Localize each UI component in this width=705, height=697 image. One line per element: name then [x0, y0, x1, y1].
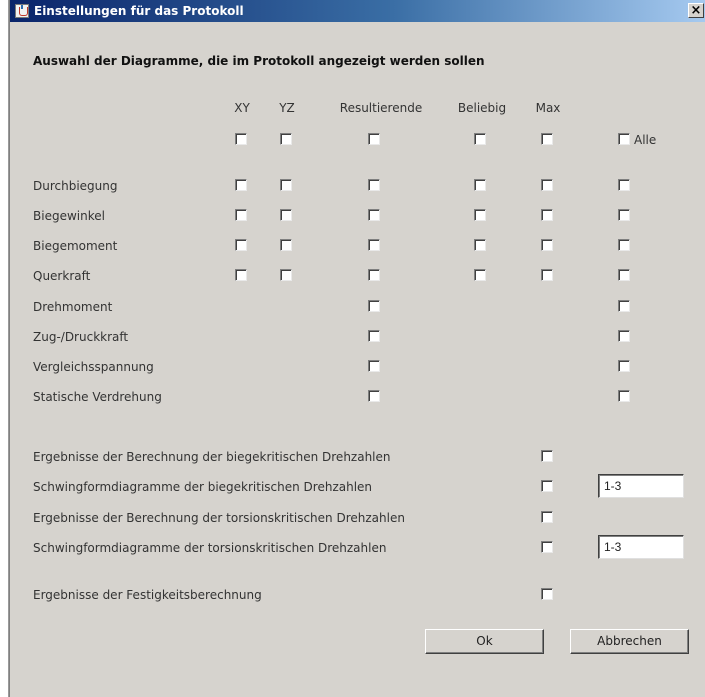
java-app-icon: [15, 4, 29, 18]
checkbox-biegewinkel-yz[interactable]: [280, 209, 292, 221]
checkbox-biegemoment-resultierende[interactable]: [368, 239, 380, 251]
checkbox-drehmoment-alle[interactable]: [618, 300, 630, 312]
column-max-all-checkbox[interactable]: [541, 133, 553, 145]
checkbox-statische-verdrehung-resultierende[interactable]: [368, 390, 380, 402]
checkbox-biegekritisch-schwingform[interactable]: [541, 480, 553, 492]
column-resultierende-all-checkbox[interactable]: [368, 133, 380, 145]
torsionskritisch-mode-range-input[interactable]: [598, 535, 684, 559]
section-heading: Auswahl der Diagramme, die im Protokoll …: [33, 54, 485, 68]
row-label-festigkeitsberechnung: Ergebnisse der Festigkeitsberechnung: [33, 588, 262, 602]
row-label-biegewinkel: Biegewinkel: [33, 209, 105, 223]
checkbox-durchbiegung-alle[interactable]: [618, 179, 630, 191]
checkbox-biegemoment-beliebig[interactable]: [474, 239, 486, 251]
checkbox-biegekritisch-ergebnisse[interactable]: [541, 450, 553, 462]
dialog-content: Auswahl der Diagramme, die im Protokoll …: [10, 22, 705, 697]
checkbox-biegewinkel-max[interactable]: [541, 209, 553, 221]
checkbox-vergleichsspannung-alle[interactable]: [618, 360, 630, 372]
row-label-zug-druckkraft: Zug-/Druckkraft: [33, 330, 129, 344]
checkbox-biegemoment-alle[interactable]: [618, 239, 630, 251]
row-label-torsionskritisch-schwingform: Schwingformdiagramme der torsionskritisc…: [33, 541, 387, 555]
window-title: Einstellungen für das Protokoll: [34, 4, 244, 18]
column-yz-all-checkbox[interactable]: [280, 133, 292, 145]
background-left-edge: [0, 0, 9, 697]
checkbox-festigkeitsberechnung[interactable]: [541, 588, 553, 600]
row-label-querkraft: Querkraft: [33, 269, 91, 283]
row-label-durchbiegung: Durchbiegung: [33, 179, 118, 193]
checkbox-biegemoment-max[interactable]: [541, 239, 553, 251]
checkbox-torsionskritisch-ergebnisse[interactable]: [541, 511, 553, 523]
row-label-statische-verdrehung: Statische Verdrehung: [33, 390, 162, 404]
row-label-drehmoment: Drehmoment: [33, 300, 113, 314]
checkbox-zug-druckkraft-resultierende[interactable]: [368, 330, 380, 342]
checkbox-drehmoment-resultierende[interactable]: [368, 300, 380, 312]
checkbox-vergleichsspannung-resultierende[interactable]: [368, 360, 380, 372]
row-label-biegekritisch-ergebnisse: Ergebnisse der Berechnung der biegekriti…: [33, 450, 391, 464]
checkbox-biegewinkel-resultierende[interactable]: [368, 209, 380, 221]
checkbox-durchbiegung-beliebig[interactable]: [474, 179, 486, 191]
checkbox-querkraft-beliebig[interactable]: [474, 269, 486, 281]
settings-dialog: Einstellungen für das Protokoll × Auswah…: [9, 0, 705, 697]
checkbox-durchbiegung-resultierende[interactable]: [368, 179, 380, 191]
checkbox-querkraft-max[interactable]: [541, 269, 553, 281]
checkbox-durchbiegung-max[interactable]: [541, 179, 553, 191]
checkbox-biegemoment-yz[interactable]: [280, 239, 292, 251]
checkbox-durchbiegung-xy[interactable]: [235, 179, 247, 191]
row-label-torsionskritisch-ergebnisse: Ergebnisse der Berechnung der torsionskr…: [33, 511, 405, 525]
checkbox-querkraft-xy[interactable]: [235, 269, 247, 281]
checkbox-statische-verdrehung-alle[interactable]: [618, 390, 630, 402]
checkbox-biegemoment-xy[interactable]: [235, 239, 247, 251]
title-bar[interactable]: Einstellungen für das Protokoll ×: [10, 0, 705, 22]
row-label-biegemoment: Biegemoment: [33, 239, 118, 253]
checkbox-biegewinkel-alle[interactable]: [618, 209, 630, 221]
checkbox-zug-druckkraft-alle[interactable]: [618, 330, 630, 342]
checkbox-querkraft-alle[interactable]: [618, 269, 630, 281]
checkbox-durchbiegung-yz[interactable]: [280, 179, 292, 191]
biegekritisch-mode-range-input[interactable]: [598, 474, 684, 498]
checkbox-querkraft-yz[interactable]: [280, 269, 292, 281]
cancel-button[interactable]: Abbrechen: [570, 629, 689, 654]
alle-checkbox[interactable]: [618, 133, 630, 145]
alle-label: Alle: [634, 133, 657, 147]
row-label-vergleichsspannung: Vergleichsspannung: [33, 360, 154, 374]
close-button[interactable]: ×: [688, 3, 704, 18]
column-beliebig-all-checkbox[interactable]: [474, 133, 486, 145]
column-xy-all-checkbox[interactable]: [235, 133, 247, 145]
row-label-biegekritisch-schwingform: Schwingformdiagramme der biegekritischen…: [33, 480, 373, 494]
checkbox-querkraft-resultierende[interactable]: [368, 269, 380, 281]
column-header-max: Max: [535, 101, 561, 115]
checkbox-biegewinkel-beliebig[interactable]: [474, 209, 486, 221]
checkbox-torsionskritisch-schwingform[interactable]: [541, 541, 553, 553]
checkbox-biegewinkel-xy[interactable]: [235, 209, 247, 221]
ok-button[interactable]: Ok: [425, 629, 544, 654]
